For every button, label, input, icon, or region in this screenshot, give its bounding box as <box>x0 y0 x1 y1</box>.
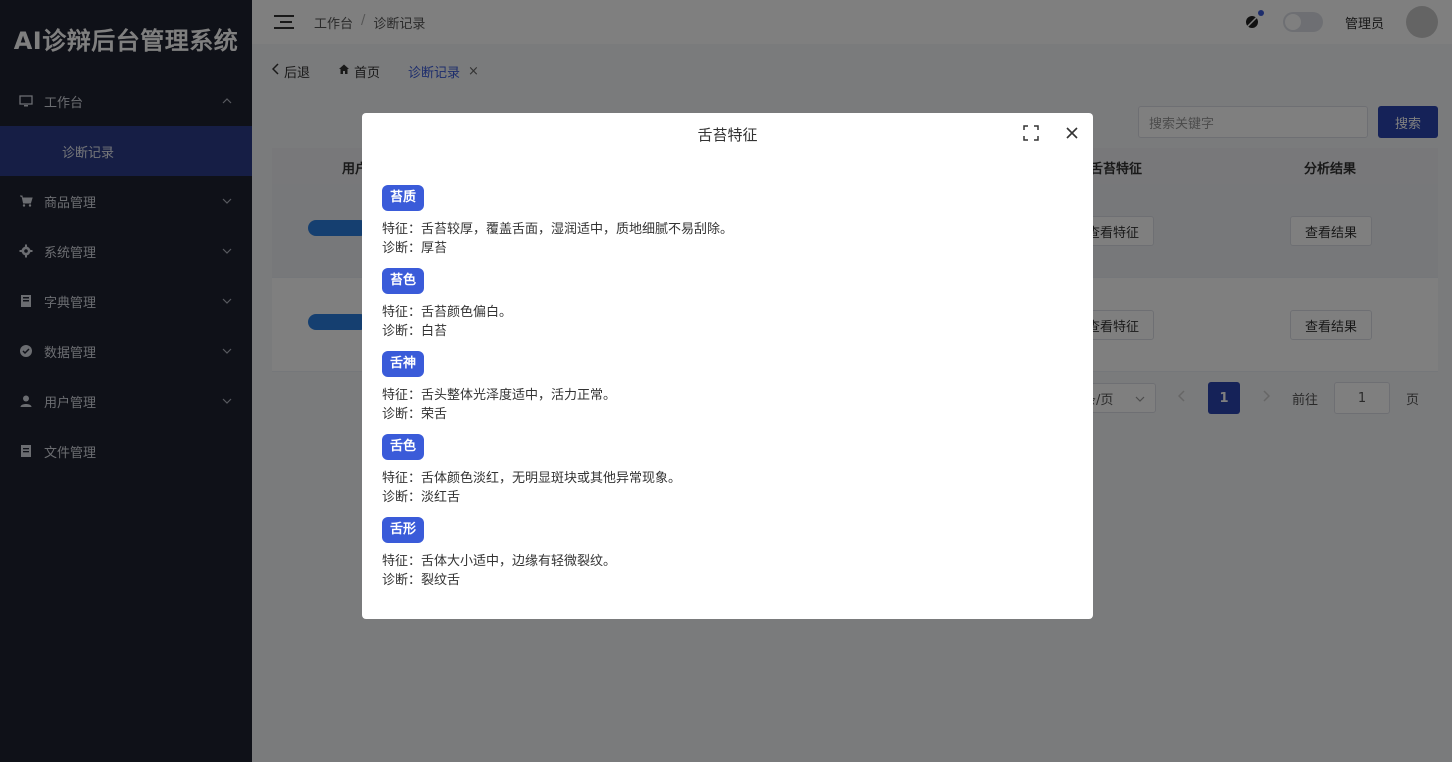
feature-section: 舌形 特征：舌体大小适中，边缘有轻微裂纹。 诊断：裂纹舌 <box>382 517 1072 590</box>
feature-text: 特征：舌头整体光泽度适中，活力正常。 <box>382 388 617 403</box>
diagnosis-text: 诊断：荣舌 <box>382 407 448 422</box>
feature-text: 特征：舌苔颜色偏白。 <box>382 305 513 320</box>
feature-text: 特征：舌苔较厚，覆盖舌面，湿润适中，质地细腻不易刮除。 <box>382 222 734 237</box>
feature-tag: 舌形 <box>382 517 425 543</box>
diagnosis-text: 诊断：淡红舌 <box>382 490 461 505</box>
feature-tag: 舌色 <box>382 434 425 460</box>
feature-text: 特征：舌体大小适中，边缘有轻微裂纹。 <box>382 554 617 569</box>
feature-tag: 苔色 <box>382 268 425 294</box>
diagnosis-text: 诊断：白苔 <box>382 324 448 339</box>
feature-section: 苔色 特征：舌苔颜色偏白。 诊断：白苔 <box>382 268 1072 341</box>
feature-text: 特征：舌体颜色淡红，无明显斑块或其他异常现象。 <box>382 471 682 486</box>
feature-section: 舌神 特征：舌头整体光泽度适中，活力正常。 诊断：荣舌 <box>382 351 1072 424</box>
feature-section: 苔质 特征：舌苔较厚，覆盖舌面，湿润适中，质地细腻不易刮除。 诊断：厚苔 <box>382 185 1072 258</box>
feature-section: 舌色 特征：舌体颜色淡红，无明显斑块或其他异常现象。 诊断：淡红舌 <box>382 434 1072 507</box>
close-icon[interactable] <box>1063 124 1081 142</box>
dialog-body: 苔质 特征：舌苔较厚，覆盖舌面，湿润适中，质地细腻不易刮除。 诊断：厚苔 苔色 … <box>382 185 1072 600</box>
feature-tag: 苔质 <box>382 185 425 211</box>
tongue-feature-dialog: 舌苔特征 苔质 特征：舌苔较厚，覆盖舌面，湿润适中，质地细腻不易刮除。 诊断：厚… <box>362 113 1093 619</box>
diagnosis-text: 诊断：裂纹舌 <box>382 573 461 588</box>
diagnosis-text: 诊断：厚苔 <box>382 241 448 256</box>
fullscreen-icon[interactable] <box>1023 125 1039 141</box>
feature-tag: 舌神 <box>382 351 425 377</box>
dialog-title: 舌苔特征 <box>697 126 758 144</box>
